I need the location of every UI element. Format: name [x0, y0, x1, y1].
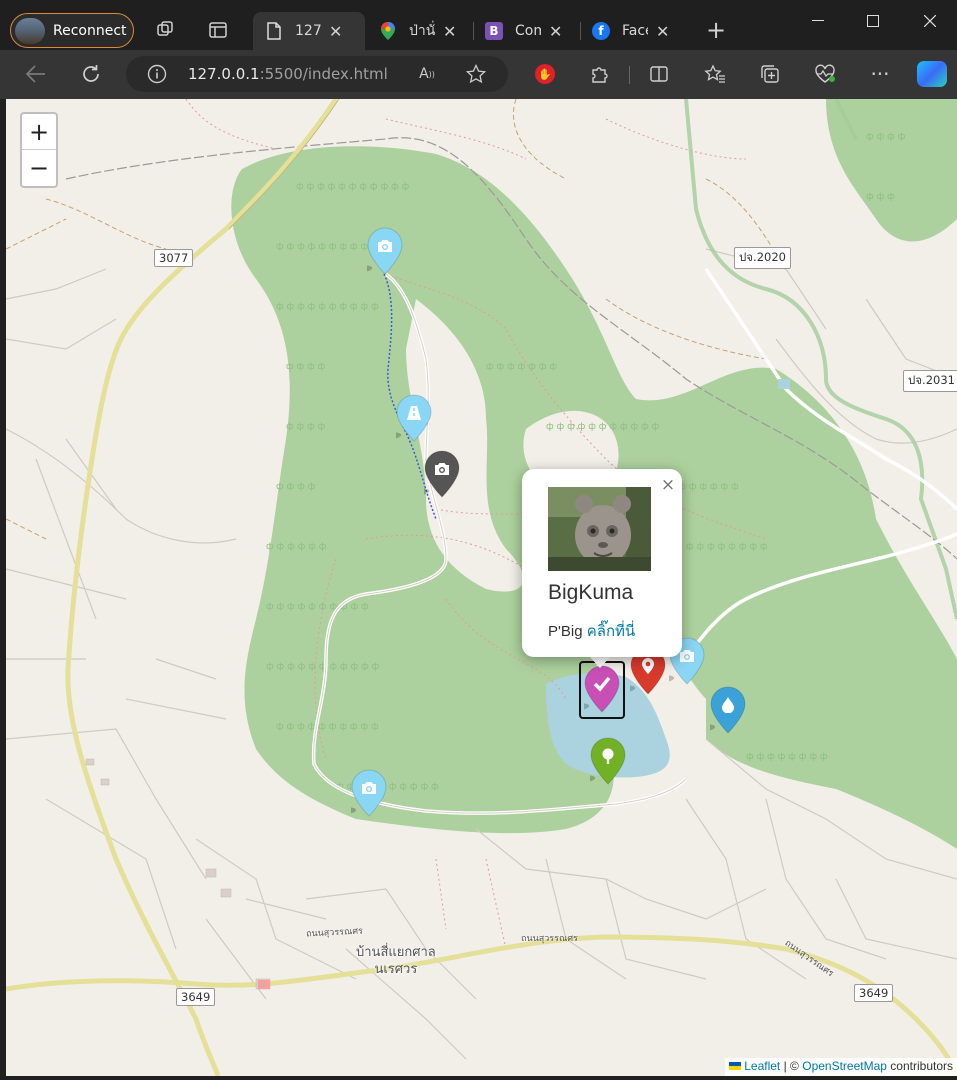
- extensions-icon[interactable]: [585, 60, 613, 88]
- tab-bootstrap[interactable]: B Com ✕: [473, 12, 579, 50]
- road-label-3077: 3077: [154, 249, 194, 267]
- svg-text:ф ф ф: ф ф ф: [866, 192, 895, 202]
- ukraine-flag-icon: [729, 1062, 742, 1070]
- camera-marker-top[interactable]: [367, 227, 403, 275]
- popup-title: BigKuma: [548, 581, 634, 604]
- back-button[interactable]: [22, 60, 50, 88]
- tree-marker[interactable]: [590, 737, 626, 785]
- document-icon: [265, 22, 283, 40]
- ad-block-icon[interactable]: ✋: [535, 64, 555, 84]
- tab-title: 127.0.0.1: [295, 23, 321, 39]
- google-maps-icon: [379, 22, 397, 40]
- close-window-button[interactable]: [907, 6, 953, 36]
- bootstrap-icon: B: [485, 22, 503, 40]
- road-label-3649-right: 3649: [854, 984, 894, 1002]
- popup-tip: [588, 655, 612, 668]
- marker-popup: × BigKuma P'Big คลิ๊กที่นี่: [522, 469, 682, 657]
- svg-text:ф ф ф ф ф ф ф ф ф ф ф: ф ф ф ф ф ф ф ф ф ф ф: [296, 182, 410, 192]
- road-icon: [396, 400, 432, 426]
- popup-subtitle: P'Big คลิ๊กที่นี่: [548, 623, 636, 640]
- map-attribution: Leaflet | © OpenStreetMap contributors: [725, 1058, 957, 1076]
- more-options-icon[interactable]: ···: [866, 60, 894, 88]
- camera-marker-dark[interactable]: [424, 450, 460, 498]
- svg-text:ф ф ф ф: ф ф ф ф: [286, 362, 326, 372]
- openstreetmap-link[interactable]: OpenStreetMap: [802, 1059, 887, 1073]
- road-label-3649-left: 3649: [176, 988, 216, 1006]
- tab-localhost[interactable]: 127.0.0.1 ✕: [253, 12, 365, 50]
- zoom-out-button[interactable]: −: [22, 150, 56, 186]
- water-drop-icon: [710, 692, 746, 718]
- read-aloud-icon[interactable]: A)): [416, 63, 438, 85]
- road-marker[interactable]: [396, 394, 432, 442]
- selected-marker-outline: [579, 661, 625, 719]
- avatar: [15, 17, 45, 44]
- tab-google-maps[interactable]: ป่านั่น ✕: [367, 12, 473, 50]
- close-icon[interactable]: ✕: [329, 22, 342, 41]
- svg-text:ф ф ф ф ф ф ф ф ф ф: ф ф ф ф ф ф ф ф ф ф: [266, 602, 369, 612]
- svg-text:ф ф ф ф: ф ф ф ф: [866, 132, 906, 142]
- svg-text:ф ф ф ф ф ф ф ф ф ф: ф ф ф ф ф ф ф ф ф ф: [276, 722, 379, 732]
- svg-text:ф ф ф ф ф ф ф ф ф ф ф: ф ф ф ф ф ф ф ф ф ф ф: [266, 662, 380, 672]
- svg-text:ф ф ф ф ф ф: ф ф ф ф ф ф: [266, 542, 327, 552]
- tab-title: ป่านั่น: [409, 23, 435, 39]
- tab-actions-icon[interactable]: [206, 18, 230, 42]
- water-marker[interactable]: [710, 686, 746, 734]
- zoom-control: + −: [20, 112, 58, 188]
- svg-text:ф ф ф ф ф ф ф ф ф ф ф: ф ф ф ф ф ф ф ф ф ф ф: [546, 422, 660, 432]
- road-label-pj2020: ปจ.2020: [734, 247, 791, 269]
- close-icon[interactable]: ✕: [549, 22, 562, 41]
- browser-essentials-icon[interactable]: [811, 60, 839, 88]
- map-viewport[interactable]: ф ф ф ф ф ф ф ф ф ф ф ф ф ф ф ф ф ф ф ф …: [6, 99, 957, 1076]
- copilot-icon[interactable]: [917, 61, 947, 87]
- refresh-button[interactable]: [77, 60, 105, 88]
- tab-title: Com: [515, 23, 541, 39]
- leaflet-link[interactable]: Leaflet: [744, 1059, 780, 1073]
- place-label: บ้านสี่แยกศาล นเรศวร: [356, 945, 436, 977]
- close-icon[interactable]: ✕: [443, 22, 456, 41]
- svg-text:ф ф ф ф ф ф ф ф: ф ф ф ф ф ф ф ф: [746, 752, 828, 762]
- minimize-button[interactable]: [795, 6, 841, 36]
- svg-text:ф ф ф ф: ф ф ф ф: [286, 422, 326, 432]
- map-tiles[interactable]: ф ф ф ф ф ф ф ф ф ф ф ф ф ф ф ф ф ф ф ф …: [6, 99, 957, 1076]
- street-label: ถนนสุวรรณศร: [521, 934, 578, 944]
- tab-facebook[interactable]: f Face ✕: [580, 12, 688, 50]
- svg-text:ф ф ф ф ф ф ф ф: ф ф ф ф ф ф ф ф: [686, 542, 768, 552]
- camera-marker-bottom[interactable]: [351, 769, 387, 817]
- profile-button[interactable]: Reconnect: [10, 13, 134, 48]
- svg-text:ф ф ф ф ф ф ф: ф ф ф ф ф ф ф: [486, 362, 557, 372]
- camera-icon: [351, 775, 387, 801]
- url-text: 127.0.0.1:5500/index.html: [188, 65, 388, 83]
- tab-title: Face: [622, 23, 648, 39]
- svg-text:ф ф ф ф: ф ф ф ф: [276, 482, 316, 492]
- collections-icon[interactable]: [756, 60, 784, 88]
- favorite-star-icon[interactable]: [465, 63, 487, 85]
- info-icon[interactable]: [146, 63, 168, 85]
- popup-photo: [548, 487, 651, 571]
- tree-icon: [590, 743, 626, 769]
- popup-link[interactable]: คลิ๊กที่นี่: [587, 623, 635, 640]
- new-tab-button[interactable]: +: [704, 16, 728, 44]
- road-label-pj2031: ปจ.2031: [903, 370, 957, 392]
- split-screen-icon[interactable]: [645, 60, 673, 88]
- close-icon[interactable]: ✕: [656, 22, 669, 41]
- tab-bar: Reconnect 127.0.0.1 ✕ ป่านั่น ✕ B Com ✕ …: [0, 0, 957, 50]
- camera-icon: [367, 233, 403, 259]
- maximize-button[interactable]: [850, 6, 896, 36]
- popup-close-button[interactable]: ×: [658, 475, 678, 495]
- workspaces-icon[interactable]: [154, 18, 178, 42]
- zoom-in-button[interactable]: +: [22, 114, 56, 150]
- toolbar-divider: [629, 66, 630, 84]
- facebook-icon: f: [592, 22, 610, 40]
- camera-icon: [424, 456, 460, 482]
- address-bar[interactable]: 127.0.0.1:5500/index.html A)): [126, 56, 508, 92]
- street-label: ถนนสุวรรณศร: [305, 926, 364, 940]
- profile-label: Reconnect: [53, 22, 127, 39]
- navigation-bar: 127.0.0.1:5500/index.html A)) ✋ ···: [0, 50, 957, 99]
- svg-text:ф ф ф ф ф ф ф ф ф ф: ф ф ф ф ф ф ф ф ф ф: [276, 302, 379, 312]
- favorites-icon[interactable]: [701, 60, 729, 88]
